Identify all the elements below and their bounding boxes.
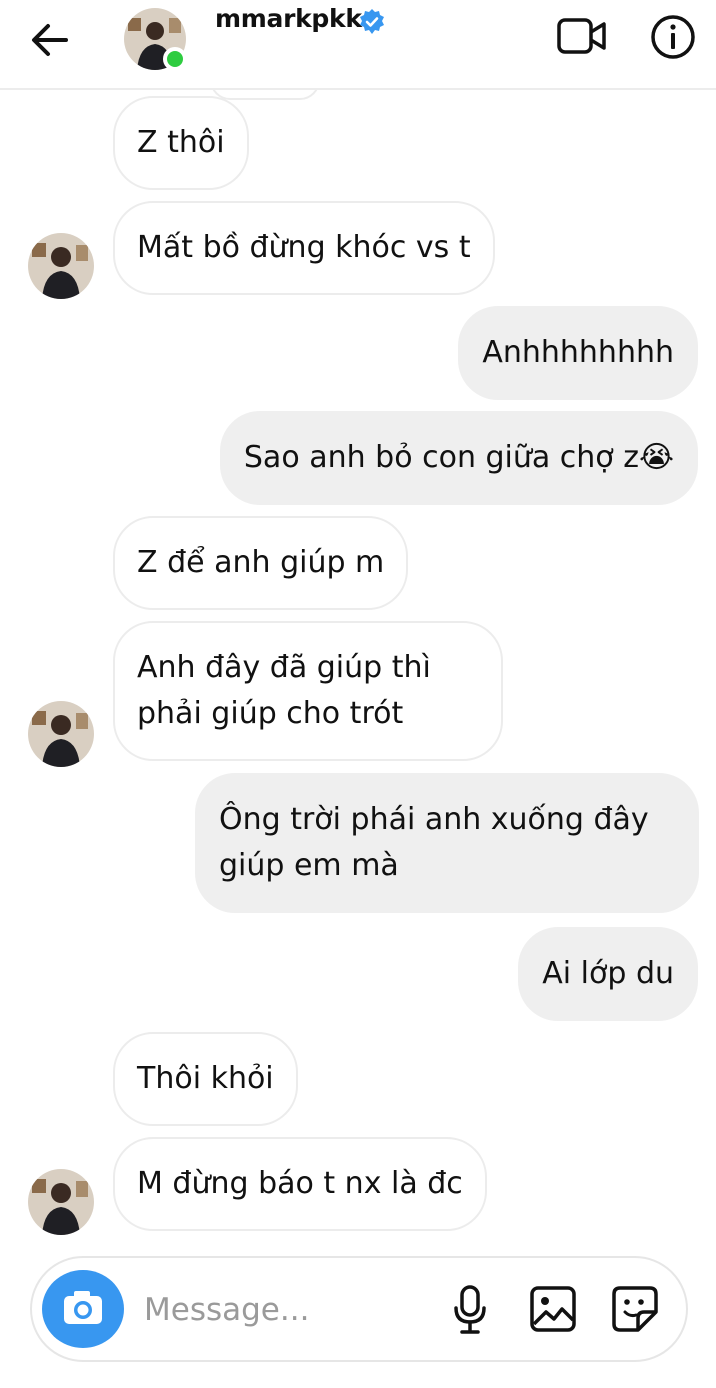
message-thread[interactable]: Z thôi Mất bồ đừng khóc vs t Anhhhhhhhh …: [0, 0, 716, 1240]
message-bubble-incoming[interactable]: Z để anh giúp m: [113, 516, 409, 610]
message-text: M đừng báo t nx là đc: [137, 1166, 463, 1201]
message-text: Anh đây đã giúp thì phải giúp cho trót: [137, 650, 431, 731]
camera-icon: [64, 1291, 102, 1324]
message-text: Mất bồ đừng khóc vs t: [137, 230, 471, 265]
sticker-button[interactable]: [610, 1284, 660, 1334]
voice-message-button[interactable]: [448, 1284, 492, 1336]
message-bubble-incoming[interactable]: Thôi khỏi: [113, 1032, 298, 1126]
message-bubble-incoming[interactable]: Mất bồ đừng khóc vs t: [113, 201, 495, 295]
gallery-icon: [530, 1286, 576, 1332]
message-bubble-incoming[interactable]: Z thôi: [113, 96, 249, 190]
message-text: Anhhhhhhhh: [482, 335, 674, 370]
message-bubble-outgoing[interactable]: Anhhhhhhhh: [458, 306, 698, 400]
sender-avatar[interactable]: [28, 701, 94, 767]
message-text: Thôi khỏi: [137, 1061, 274, 1096]
message-bubble-incoming[interactable]: Anh đây đã giúp thì phải giúp cho trót: [113, 621, 503, 761]
message-bubble-outgoing[interactable]: Ai lớp du: [518, 927, 698, 1021]
gallery-button[interactable]: [528, 1284, 578, 1334]
avatar-photo-icon: [28, 701, 94, 767]
microphone-icon: [454, 1285, 486, 1334]
info-button[interactable]: [650, 14, 696, 60]
back-button[interactable]: [28, 20, 72, 60]
avatar-photo-icon: [28, 233, 94, 299]
sender-avatar[interactable]: [28, 233, 94, 299]
info-icon: [651, 15, 695, 59]
avatar-photo-icon: [28, 1169, 94, 1235]
verified-badge-icon: [358, 8, 386, 36]
chat-header: mmarkpkk: [0, 0, 716, 90]
video-call-icon: [557, 18, 606, 54]
message-text: Z thôi: [137, 125, 225, 160]
sticker-icon: [612, 1286, 658, 1332]
message-input[interactable]: [144, 1286, 424, 1334]
message-bubble-incoming[interactable]: M đừng báo t nx là đc: [113, 1137, 487, 1231]
message-text: Sao anh bỏ con giữa chợ z😭: [243, 440, 674, 475]
camera-button[interactable]: [42, 1270, 124, 1348]
message-text: Ông trời phái anh xuống đây giúp em mà: [219, 802, 649, 883]
message-bubble-outgoing[interactable]: Sao anh bỏ con giữa chợ z😭: [219, 411, 698, 505]
online-status-dot: [163, 47, 187, 71]
message-text: Ai lớp du: [542, 956, 674, 991]
message-bubble-outgoing[interactable]: Ông trời phái anh xuống đây giúp em mà: [195, 773, 699, 913]
message-text: Z để anh giúp m: [137, 545, 385, 580]
back-arrow-icon: [32, 24, 68, 56]
chat-username[interactable]: mmarkpkk: [215, 4, 362, 33]
video-call-button[interactable]: [556, 14, 608, 58]
sender-avatar[interactable]: [28, 1169, 94, 1235]
message-composer: [30, 1256, 688, 1362]
